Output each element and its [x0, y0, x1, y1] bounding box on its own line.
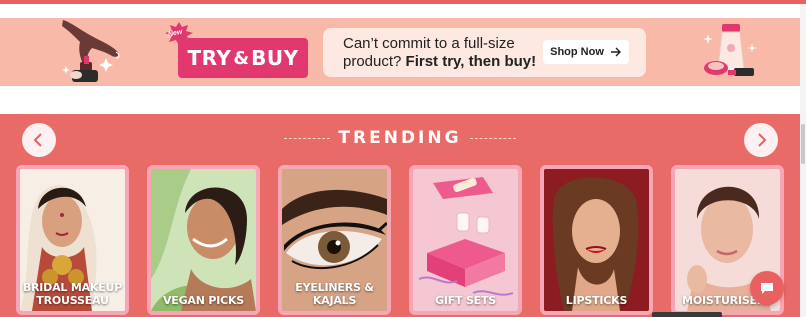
promo-message-card: Can’t commit to a full-size product? Fir…	[323, 28, 646, 77]
gift-sets-image	[413, 169, 518, 311]
lipsticks-image	[544, 169, 649, 311]
card-label-line1: EYELINERS & KAJALS	[295, 281, 374, 307]
card-label: VEGAN PICKS	[151, 294, 256, 307]
category-card-eyeliners-kajals[interactable]: EYELINERS & KAJALS	[278, 165, 391, 315]
carousel-next-button[interactable]	[744, 123, 778, 157]
category-card-lipsticks[interactable]: LIPSTICKS	[540, 165, 653, 315]
cosmetic-products-illustration	[703, 24, 756, 76]
trending-header: TRENDING	[0, 128, 800, 148]
brand-buy-text: BUY	[251, 46, 299, 70]
card-label-line1: GIFT SETS	[434, 294, 497, 307]
chevron-left-icon	[33, 133, 42, 147]
card-label: GIFT SETS	[413, 294, 518, 307]
scrollbar-thumb[interactable]	[801, 124, 805, 164]
trending-title: TRENDING	[338, 128, 462, 148]
card-label-line2: TROUSSEAU	[36, 294, 109, 307]
category-card-gift-sets[interactable]: GIFT SETS	[409, 165, 522, 315]
header-divider-left	[284, 137, 331, 139]
top-strip	[0, 0, 806, 4]
vegan-picks-image	[151, 169, 256, 311]
card-label: EYELINERS & KAJALS	[282, 281, 387, 307]
promo-line-1: Can’t commit to a full-size	[343, 35, 515, 52]
chat-button[interactable]	[750, 271, 784, 305]
header-divider-right	[469, 137, 516, 139]
promo-message: Can’t commit to a full-size product? Fir…	[343, 35, 553, 71]
category-card-bridal-makeup[interactable]: BRIDAL MAKEUP TROUSSEAU	[16, 165, 129, 315]
brand-amp-text: &	[233, 47, 250, 69]
arrow-right-icon	[610, 47, 621, 57]
brand-try-text: TRY	[187, 46, 232, 70]
try-and-buy-banner[interactable]: New TRY & BUY Can’t commit to a full-siz…	[0, 18, 800, 86]
category-card-vegan-picks[interactable]: VEGAN PICKS	[147, 165, 260, 315]
card-label: LIPSTICKS	[544, 294, 649, 307]
promo-line-2-plain: product?	[343, 53, 402, 70]
chat-bubble-icon	[761, 283, 773, 294]
carousel-prev-button[interactable]	[22, 123, 56, 157]
shop-now-button[interactable]: Shop Now	[543, 40, 629, 64]
try-and-buy-wordmark: TRY & BUY	[178, 38, 308, 78]
shop-now-label: Shop Now	[550, 46, 604, 58]
card-label-line1: BRIDAL MAKEUP	[22, 281, 123, 294]
trending-section: TRENDING BRIDAL MAKEUP TROUSSEAU VEGAN P…	[0, 114, 800, 317]
card-label-line1: VEGAN PICKS	[162, 294, 245, 307]
card-label: BRIDAL MAKEUP TROUSSEAU	[20, 281, 125, 307]
bottom-overlay-tab[interactable]	[652, 312, 722, 317]
card-label-line1: LIPSTICKS	[565, 294, 628, 307]
hand-with-lipstick-illustration	[62, 20, 120, 82]
promo-line-2-bold: First try, then buy!	[405, 53, 537, 70]
page-scrollbar[interactable]	[800, 4, 806, 317]
chevron-right-icon	[758, 133, 767, 147]
